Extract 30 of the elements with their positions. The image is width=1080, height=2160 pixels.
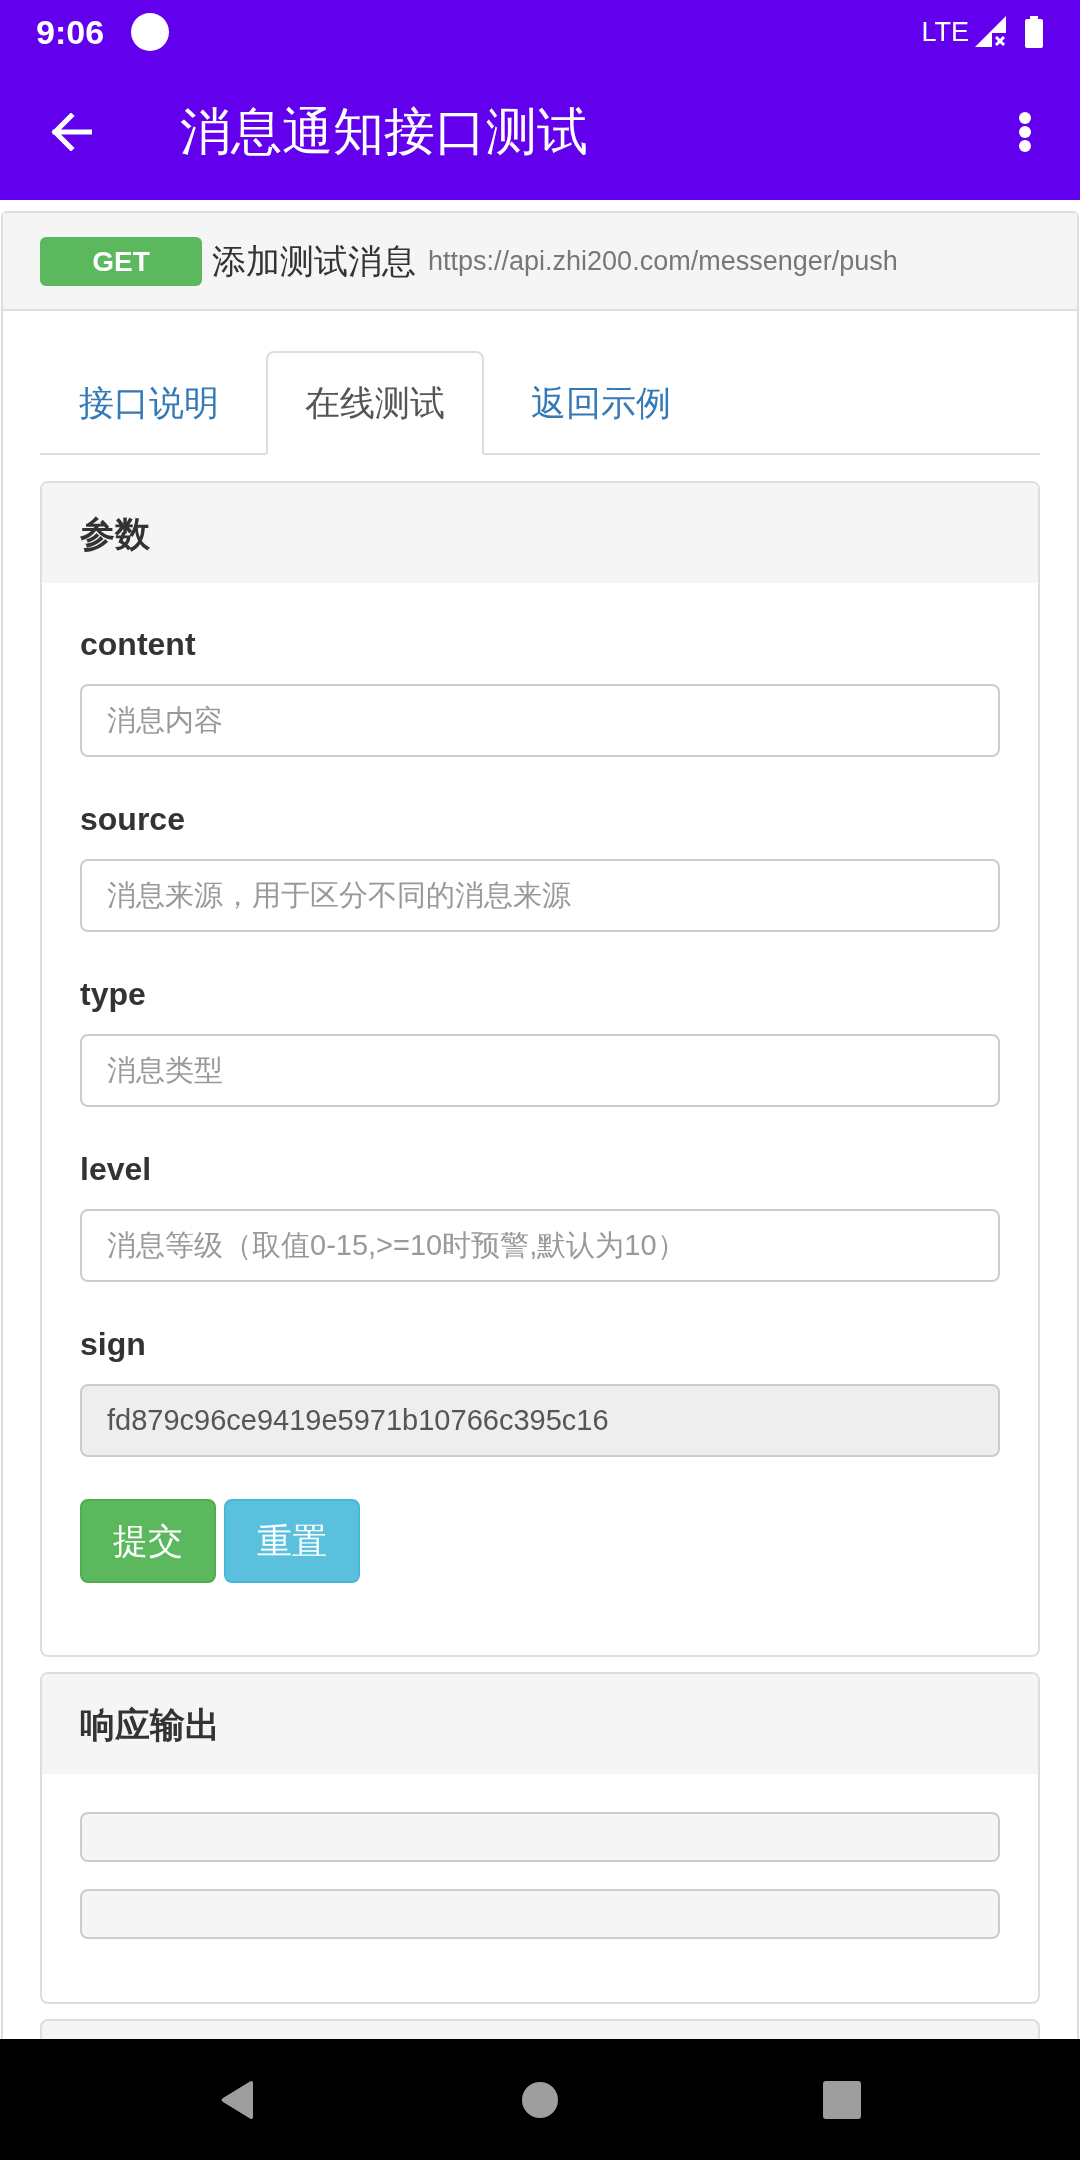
back-icon[interactable] [50,112,92,151]
tab[interactable]: 接口说明 [40,351,258,455]
method-badge: GET [40,236,202,286]
home-icon[interactable] [522,2081,558,2118]
more-options-icon[interactable] [1019,111,1031,152]
recent-apps-icon[interactable] [823,2080,861,2119]
panel-title: 响应输出 [80,1703,220,1746]
input-field[interactable]: 消息类型 [80,1034,1000,1107]
app-bar-title: 消息通知接口测试 [180,101,588,162]
tab[interactable]: 在线测试 [266,351,484,455]
submit-button[interactable]: 提交 [80,1499,216,1583]
api-name: 添加测试消息 [212,241,416,282]
field-label: sign [80,1325,147,1364]
input-field[interactable]: 消息内容 [80,684,1000,757]
field-label: level [80,1150,153,1189]
network-type: LTE [921,15,969,48]
input-field[interactable]: fd879c96ce9419e5971b10766c395c16 [80,1384,1000,1457]
field-label: content [80,625,197,664]
input-field[interactable]: 消息等级（取值0-15,>=10时预警,默认为10） [80,1209,1000,1282]
back-icon[interactable] [220,2079,256,2120]
tab[interactable]: 返回示例 [492,351,710,455]
input-field[interactable]: 消息来源，用于区分不同的消息来源 [80,859,1000,932]
field-label: type [80,975,147,1014]
signal-icon [975,16,1007,47]
api-url: https://api.zhi200.com/messenger/push [428,245,898,278]
panel-title: 参数 [80,512,150,555]
circle-icon [131,12,170,51]
status-time: 9:06 [36,11,105,52]
field-label: source [80,800,186,839]
battery-icon [1025,15,1043,48]
